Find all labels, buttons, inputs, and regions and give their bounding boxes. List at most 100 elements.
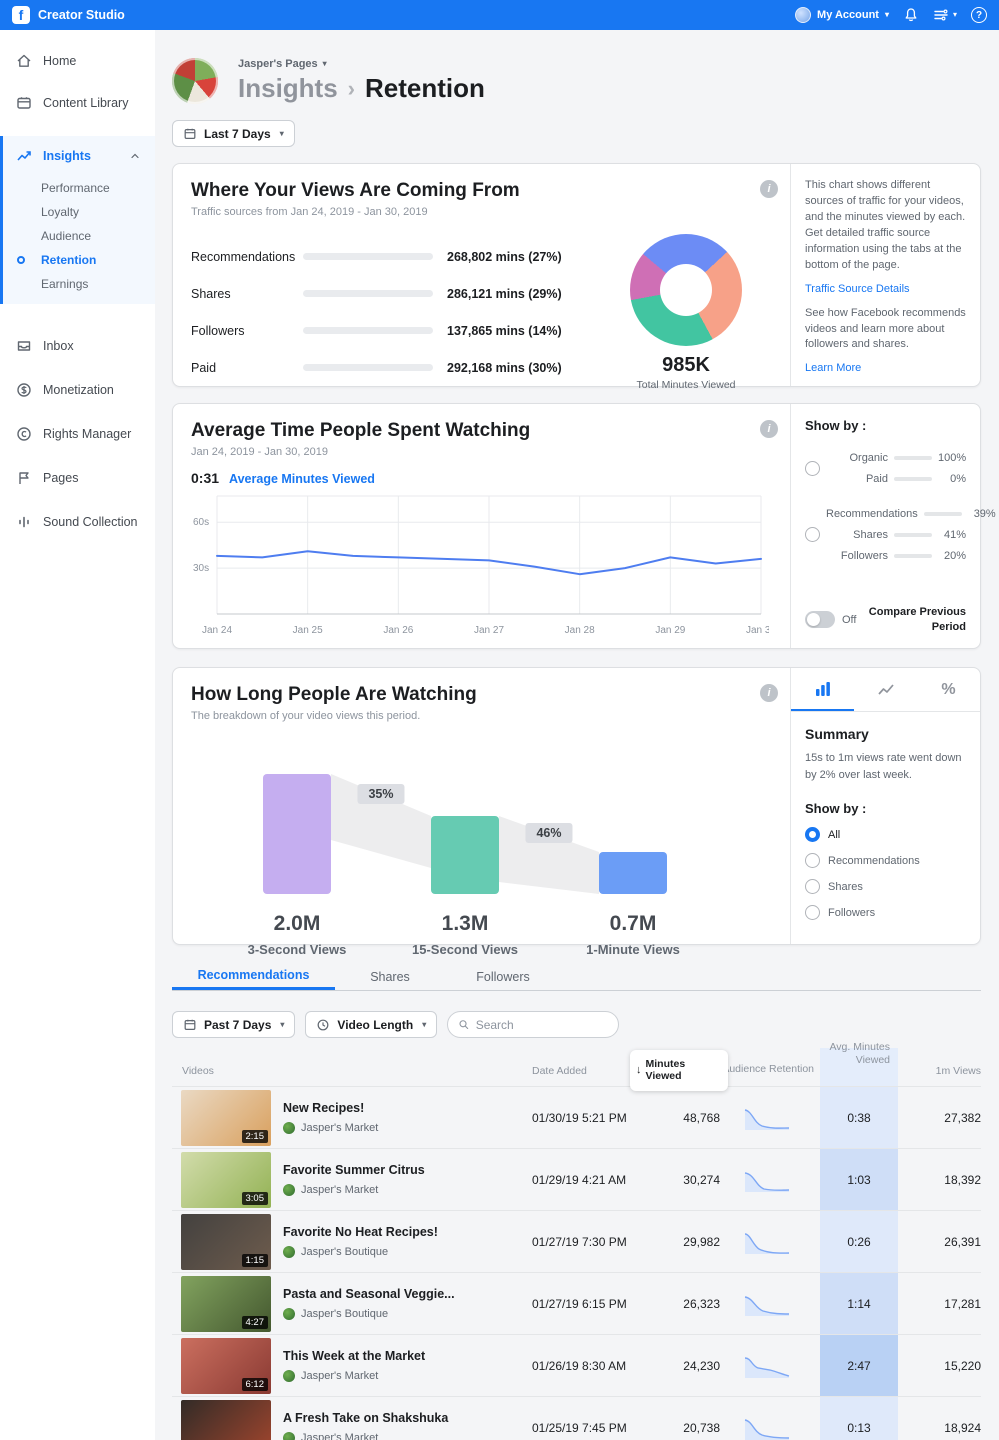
column-minutes-viewed-sorted[interactable]: ↓ Minutes Viewed xyxy=(630,1050,728,1091)
table-row[interactable]: A Fresh Take on Shakshuka Jasper's Marke… xyxy=(172,1396,981,1440)
tab-percent[interactable]: % xyxy=(917,668,980,711)
legend-row-followers: Followers 137,865 mins (14%) xyxy=(191,312,600,349)
radio-organic-paid[interactable] xyxy=(805,460,820,476)
info-icon[interactable]: i xyxy=(760,180,778,198)
avg-minutes-viewed: 0:26 xyxy=(820,1211,898,1272)
traffic-legend: Recommendations 268,802 mins (27%) Share… xyxy=(191,238,600,391)
traffic-info-text: This chart shows different sources of tr… xyxy=(805,179,966,271)
radio-sources[interactable] xyxy=(805,527,820,542)
duration-badge: 4:27 xyxy=(241,1315,268,1329)
sidebar-item-audience[interactable]: Audience xyxy=(3,224,155,248)
sidebar-item-retention[interactable]: Retention xyxy=(3,248,155,272)
notifications-button[interactable] xyxy=(903,7,919,23)
video-thumbnail[interactable]: 2:15 xyxy=(181,1089,271,1146)
table-row[interactable]: 6:12 This Week at the Market Jasper's Ma… xyxy=(172,1334,981,1396)
sound-collection-icon xyxy=(19,516,29,528)
video-thumbnail[interactable]: 1:15 xyxy=(181,1213,271,1270)
page-badge-icon xyxy=(283,1122,295,1134)
sidebar-item-earnings[interactable]: Earnings xyxy=(3,272,155,296)
date-range-label: Last 7 Days xyxy=(204,126,271,141)
video-title[interactable]: Pasta and Seasonal Veggie... xyxy=(283,1287,455,1301)
sidebar-item-inbox[interactable]: Inbox xyxy=(0,324,155,368)
option-recommendations[interactable]: Recommendations xyxy=(805,853,966,868)
svg-text:Jan 28: Jan 28 xyxy=(565,625,595,636)
video-title[interactable]: A Fresh Take on Shakshuka xyxy=(283,1411,448,1425)
date-added: 01/30/19 5:21 PM xyxy=(532,1110,627,1125)
search-box xyxy=(447,1011,620,1038)
sidebar-insights-section: Insights Performance Loyalty Audience Re… xyxy=(0,136,155,304)
video-thumbnail[interactable]: 3:05 xyxy=(181,1151,271,1208)
date-added: 01/27/19 6:15 PM xyxy=(532,1296,627,1311)
sidebar-item-content-library[interactable]: Content Library xyxy=(0,82,155,124)
sidebar-item-rights-manager[interactable]: Rights Manager xyxy=(0,412,155,456)
column-1m-views[interactable]: 1m Views xyxy=(898,1065,981,1086)
radio-followers[interactable] xyxy=(805,905,820,920)
video-title[interactable]: Favorite Summer Citrus xyxy=(283,1163,425,1177)
video-thumbnail[interactable]: 6:12 xyxy=(181,1337,271,1394)
content-library-icon xyxy=(17,97,31,109)
table-date-filter-button[interactable]: Past 7 Days ▾ xyxy=(172,1011,296,1038)
search-input[interactable] xyxy=(475,1017,609,1032)
table-row[interactable]: 4:27 Pasta and Seasonal Veggie... Jasper… xyxy=(172,1272,981,1334)
video-thumbnail[interactable]: 4:27 xyxy=(181,1275,271,1332)
sidebar-item-label: Monetization xyxy=(43,383,114,397)
info-icon[interactable]: i xyxy=(760,420,778,438)
table-filters: Past 7 Days ▾ Video Length ▾ xyxy=(172,1011,981,1038)
video-title[interactable]: This Week at the Market xyxy=(283,1349,425,1363)
sidebar-item-home[interactable]: Home xyxy=(0,40,155,82)
legend-label: Shares xyxy=(191,286,231,301)
date-range-button[interactable]: Last 7 Days ▾ xyxy=(172,120,295,147)
facebook-logo-icon[interactable]: f xyxy=(12,6,30,24)
table-row[interactable]: 1:15 Favorite No Heat Recipes! Jasper's … xyxy=(172,1210,981,1272)
bell-icon xyxy=(905,8,917,22)
sidebar-item-insights[interactable]: Insights xyxy=(3,136,155,176)
tab-followers[interactable]: Followers xyxy=(445,963,561,990)
app-title: Creator Studio xyxy=(38,8,125,22)
table-row[interactable]: 2:15 New Recipes! Jasper's Market 01/30/… xyxy=(172,1086,981,1148)
option-followers[interactable]: Followers xyxy=(805,905,966,920)
radio-recommendations[interactable] xyxy=(805,853,820,868)
video-thumbnail[interactable] xyxy=(181,1399,271,1440)
video-length-filter-button[interactable]: Video Length ▾ xyxy=(305,1011,438,1038)
info-icon[interactable]: i xyxy=(760,684,778,702)
video-title[interactable]: New Recipes! xyxy=(283,1101,378,1115)
progress-track xyxy=(303,327,433,334)
radio-shares[interactable] xyxy=(805,879,820,894)
tab-line-chart[interactable] xyxy=(854,668,917,711)
card-subtitle: Traffic sources from Jan 24, 2019 - Jan … xyxy=(191,206,428,218)
sidebar-item-monetization[interactable]: Monetization xyxy=(0,368,155,412)
tab-shares[interactable]: Shares xyxy=(335,963,445,990)
my-account-menu[interactable]: My Account ▾ xyxy=(795,7,889,23)
traffic-source-details-link[interactable]: Traffic Source Details xyxy=(805,282,966,298)
sidebar-item-label: Home xyxy=(43,54,77,68)
video-title[interactable]: Favorite No Heat Recipes! xyxy=(283,1225,438,1239)
sidebar-item-sound-collection[interactable]: Sound Collection xyxy=(0,500,155,544)
sidebar-item-pages[interactable]: Pages xyxy=(0,456,155,500)
source-tabs: Recommendations Shares Followers xyxy=(172,963,981,991)
option-shares[interactable]: Shares xyxy=(805,879,966,894)
showby-label: Recommendations xyxy=(826,507,918,520)
bar-chart-icon xyxy=(815,681,830,696)
chevron-down-icon: ▾ xyxy=(422,1019,427,1029)
column-audience-retention[interactable]: Audience Retention xyxy=(720,1063,820,1086)
avg-minutes-link[interactable]: Average Minutes Viewed xyxy=(229,472,375,486)
learn-more-link[interactable]: Learn More xyxy=(805,361,966,377)
insights-icon xyxy=(17,151,31,161)
tools-menu[interactable]: ▾ xyxy=(933,7,957,23)
page-name: Jasper's Market xyxy=(301,1432,379,1440)
tab-recommendations[interactable]: Recommendations xyxy=(172,963,335,990)
option-all[interactable]: All xyxy=(805,827,966,842)
sidebar-item-loyalty[interactable]: Loyalty xyxy=(3,200,155,224)
pages-selector[interactable]: Jasper's Pages ▾ xyxy=(238,58,485,70)
radio-all[interactable] xyxy=(805,827,820,842)
help-button[interactable]: ? xyxy=(971,7,987,23)
sidebar-item-performance[interactable]: Performance xyxy=(3,176,155,200)
funnel-label-1: 3-Second Views xyxy=(247,942,347,957)
mini-track xyxy=(894,455,932,460)
compare-toggle[interactable] xyxy=(805,611,835,629)
column-avg-minutes[interactable]: Avg. Minutes Viewed xyxy=(820,1041,898,1086)
table-row[interactable]: 3:05 Favorite Summer Citrus Jasper's Mar… xyxy=(172,1148,981,1210)
tab-bar-chart[interactable] xyxy=(791,668,854,711)
column-videos[interactable]: Videos xyxy=(172,1065,532,1086)
breadcrumb-insights[interactable]: Insights xyxy=(238,73,338,104)
